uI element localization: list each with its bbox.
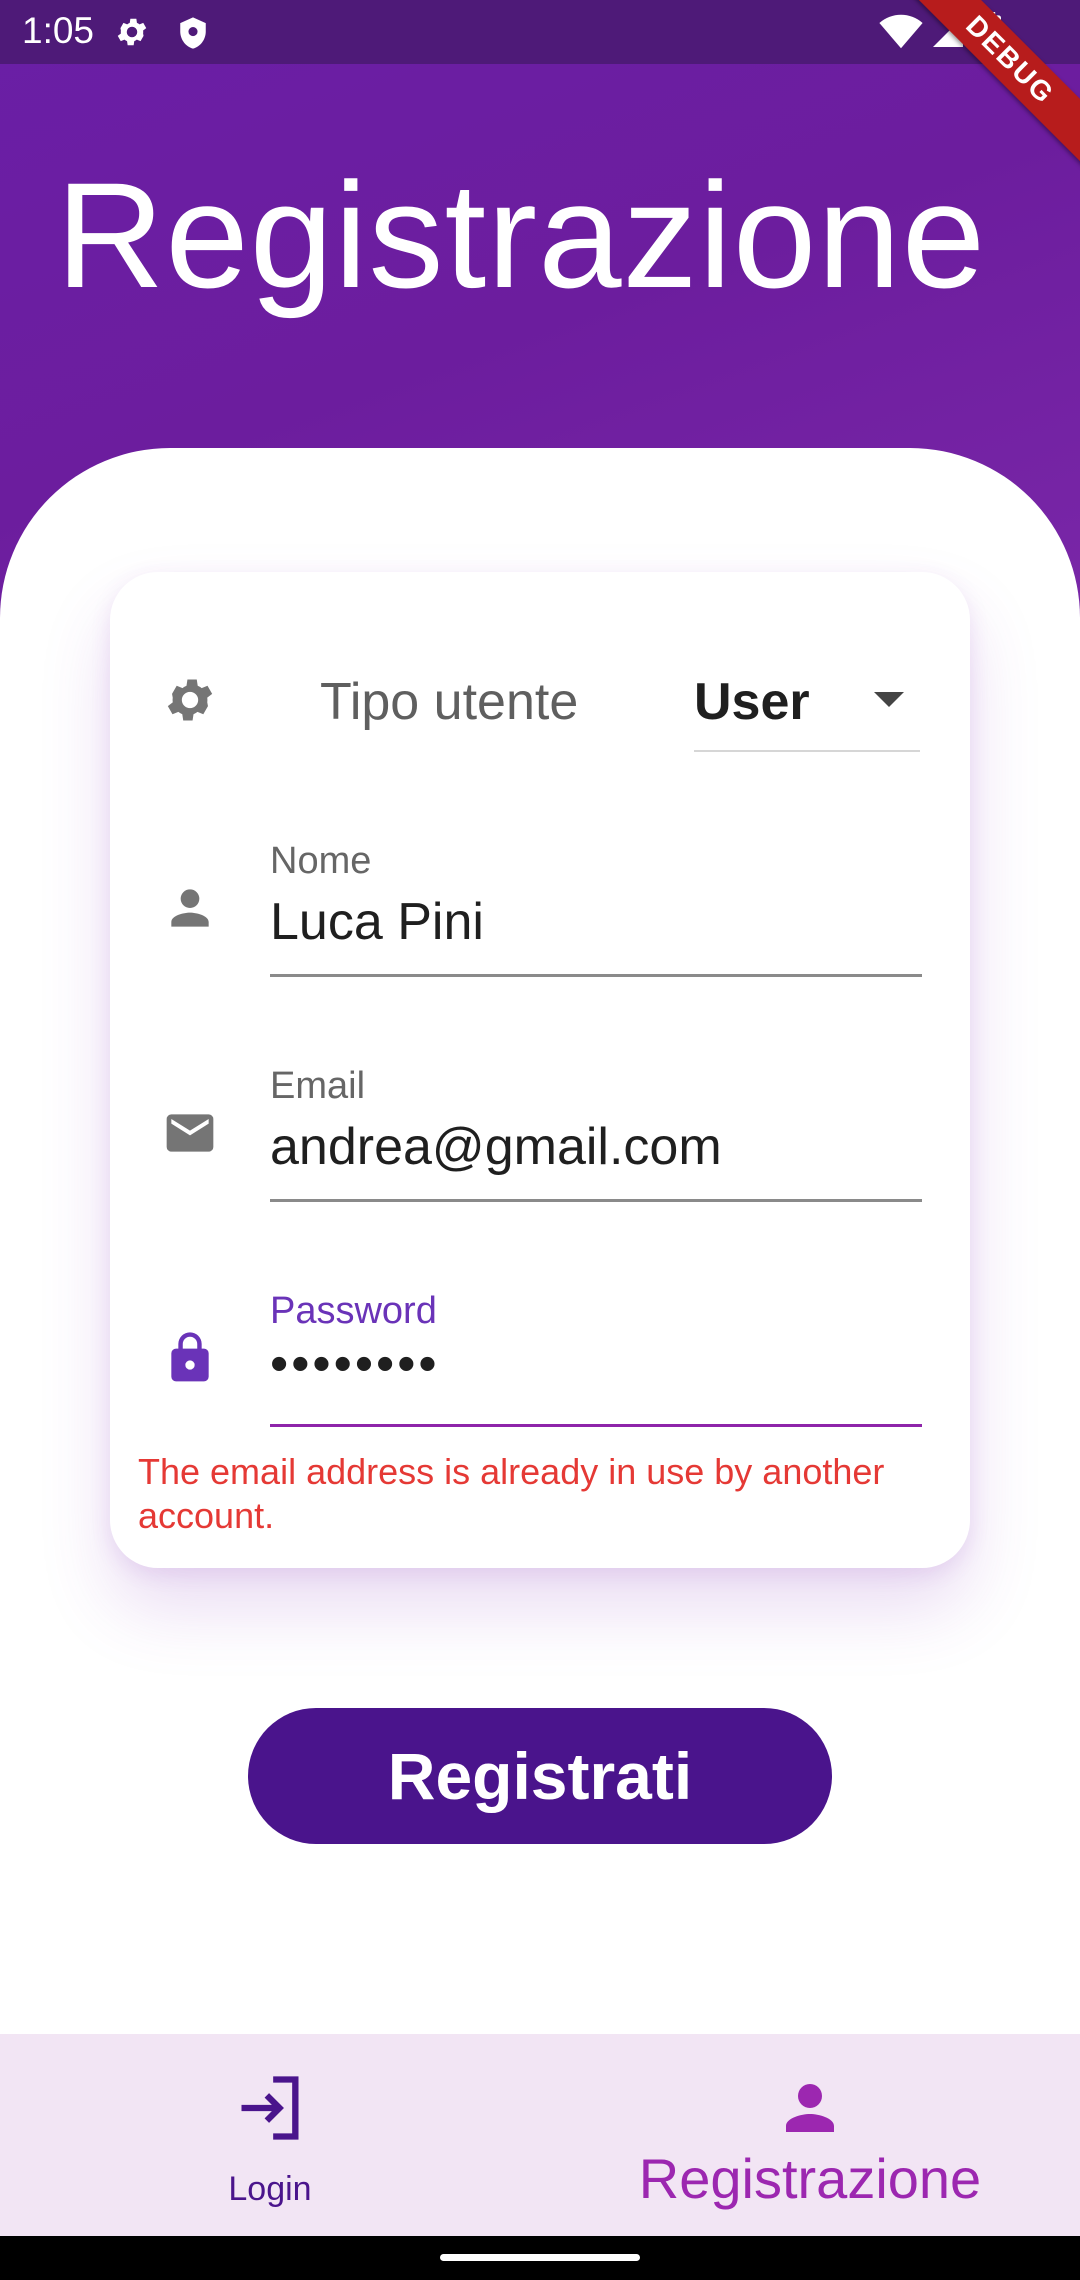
login-icon <box>241 2076 299 2140</box>
name-field[interactable]: Nome Luca Pini <box>110 840 970 1040</box>
email-field[interactable]: Email andrea@gmail.com <box>110 1065 970 1265</box>
nav-label-login: Login <box>228 2170 312 2208</box>
mail-icon <box>166 1114 214 1152</box>
person-icon <box>171 889 209 927</box>
status-bar: 1:05 <box>0 0 1080 64</box>
shield-icon <box>180 17 206 49</box>
email-underline <box>270 1199 922 1202</box>
email-label: Email <box>270 1065 366 1107</box>
name-input[interactable]: Luca Pini <box>270 892 484 952</box>
gear-icon <box>167 679 213 721</box>
register-button[interactable]: Registrati <box>248 1708 832 1844</box>
home-gesture-pill[interactable] <box>440 2254 640 2261</box>
user-type-dropdown[interactable]: User <box>694 650 920 752</box>
password-underline <box>270 1424 922 1427</box>
email-input[interactable]: andrea@gmail.com <box>270 1117 722 1177</box>
user-type-value: User <box>694 673 810 731</box>
person-icon <box>786 2084 834 2132</box>
user-type-label: Tipo utente <box>320 673 579 731</box>
page-title: Registrazione <box>56 151 987 319</box>
status-time: 1:05 <box>22 10 95 51</box>
bottom-navigation: Login Registrazione <box>0 2034 1080 2236</box>
caret-down-icon <box>874 692 904 707</box>
name-underline <box>270 974 922 977</box>
password-label: Password <box>270 1290 437 1332</box>
password-input[interactable]: •••••••• <box>270 1334 440 1394</box>
system-navigation-bar <box>0 2236 1080 2280</box>
error-message: The email address is already in use by a… <box>138 1451 885 1536</box>
gear-icon <box>117 18 147 46</box>
user-type-row: Tipo utente User <box>110 632 970 752</box>
lock-icon <box>171 1332 209 1382</box>
nav-item-login[interactable]: Login <box>0 2034 540 2236</box>
wifi-icon <box>879 14 923 49</box>
nav-label-registrazione: Registrazione <box>638 2147 982 2210</box>
registration-form-card: Tipo utente User Nome Luca Pini Email an… <box>110 572 970 1568</box>
nav-item-registrazione[interactable]: Registrazione <box>540 2034 1080 2236</box>
name-label: Nome <box>270 840 372 882</box>
